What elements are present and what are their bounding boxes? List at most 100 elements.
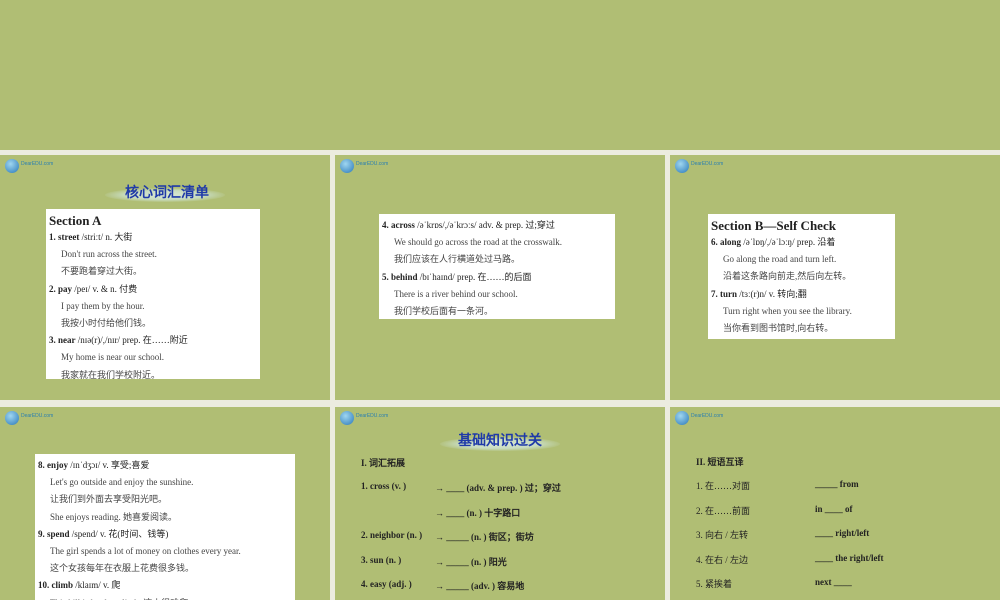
exercise-answer-blank: in ____ of [815,503,853,514]
example-sentence: 我家就在我们学校附近。 [61,369,161,380]
exercise-heading: II. 短语互译 [696,457,744,467]
vocab-word: 4. across [382,220,415,230]
example-sentence: Let's go outside and enjoy the sunshine. [50,477,194,488]
vocab-entry: 7. turn /tɜː(r)n/ v. 转向;翻 [711,286,892,303]
logo: DearEDU.com [5,159,53,173]
vocab-definition: /peɪ/ v. & n. 付费 [72,283,138,294]
vocab-word: 6. along [711,237,742,247]
vocab-definition: /əˈlɒŋ/,/əˈlɔːŋ/ prep. 沿着 [741,237,836,247]
exercise-answer-blank: → _____ (adv. ) 容易地 [435,581,525,591]
vocab-entry: 5. behind /bɪˈhaɪnd/ prep. 在……的后面 [382,269,612,286]
vocab-box: 8. enjoy /ɪnˈdʒɔɪ/ v. 享受;喜爱 Let's go outs… [35,454,295,600]
example-sentence: Don't run across the street. [61,249,157,260]
exercise-prompt: 4. 在右 / 左边 [696,554,749,565]
exercise-answer-blank: _____ from [815,479,859,489]
exercise-answer-blank: next ____ [815,577,852,587]
vocab-box: Section B—Self Check 6. along /əˈlɒŋ/,/ə… [708,214,895,339]
example-sentence: We should go across the road at the cros… [394,237,562,248]
example-sentence: My home is near our school. [61,352,164,363]
vocab-definition: /striːt/ n. 大街 [79,232,133,242]
example-sentence: 我们学校后面有一条河。 [394,306,494,317]
globe-icon [675,411,689,425]
example-sentence: She enjoys reading. 她喜爱阅读。 [50,511,177,522]
example-sentence: This hill is hard to climb. 这山很难爬。 [38,595,292,600]
exercise-prompt: 2. neighbor (n. ) [361,530,423,540]
globe-icon [340,411,354,425]
exercise-prompt: 2. 在……前面 [696,505,751,516]
logo: DearEDU.com [675,159,723,173]
vocab-box: 4. across /əˈkrɒs/,/əˈkrɔːs/ adv. & prep… [379,214,615,319]
example-sentence: There is a river behind our school. [394,288,518,299]
example-sentence: 这个女孩每年在衣服上花费很多钱。 [50,563,195,574]
example-sentence: I pay them by the hour. [61,300,145,311]
exercise-answer-blank: → ____ (adv. & prep. ) 过；穿过 [435,483,561,493]
globe-icon [5,159,19,173]
vocab-entry: 10. climb /klaɪm/ v. 爬 [38,577,292,594]
exercise-answer-blank: ____ the right/left [815,552,884,563]
logo: DearEDU.com [675,411,723,425]
vocab-word: 9. spend [38,528,70,539]
vocab-entry: 8. enjoy /ɪnˈdʒɔɪ/ v. 享受;喜爱 [38,457,292,474]
vocab-word: 10. climb [38,580,73,591]
vocab-definition: /nɪə(r)/,/nɪr/ prep. 在……附近 [75,335,188,346]
vocab-definition: /spend/ v. 花(时间、钱等) [69,528,169,539]
example-sentence: 我按小时付给他们钱。 [61,318,152,329]
exercise-prompt: 3. 向右 / 左转 [696,530,749,540]
vocab-definition: /klaɪm/ v. 爬 [73,580,121,591]
vocab-word: 3. near [49,335,76,346]
vocab-definition: /əˈkrɒs/,/əˈkrɔːs/ adv. & prep. 过;穿过 [414,220,555,230]
exercise-prompt: 1. 在……对面 [696,481,751,491]
logo-text: DearEDU.com [21,413,54,419]
slide-thumbnail-5[interactable]: DearEDU.com 8. enjoy /ɪnˈdʒɔɪ/ v. 享受;喜爱 L… [0,407,330,600]
logo-text: DearEDU.com [356,161,389,167]
vocab-definition: /tɜː(r)n/ v. 转向;翻 [737,288,807,299]
example-sentence: 让我们到外面去享受阳光吧。 [50,494,168,505]
exercise-prompt: 3. sun (n. ) [361,554,402,565]
slide-thumbnail-7[interactable]: DearEDU.com II. 短语互译 1. 在……对面 _____ from 2… [670,407,1000,600]
exercise-prompt: 5. 紧挨着 [696,579,733,589]
exercise-prompt: 4. easy (adj. ) [361,579,412,589]
vocab-word: 8. enjoy [38,460,68,470]
vocab-definition: /bɪˈhaɪnd/ prep. 在……的后面 [417,271,532,282]
example-sentence: 当你看到图书馆时,向右转。 [723,323,834,334]
vocab-definition: /ɪnˈdʒɔɪ/ v. 享受;喜爱 [68,460,150,470]
example-sentence: Turn right when you see the library. [723,305,852,316]
exercise-answer-blank: → _____ (n. ) 阳光 [435,556,507,567]
vocab-entry: 3. near /nɪə(r)/,/nɪr/ prep. 在……附近 [49,332,257,349]
example-sentence: 不要跑着穿过大街。 [61,266,143,277]
exercise-answer-blank: ____ right/left [815,528,870,538]
vocab-entry: 2. pay /peɪ/ v. & n. 付费 [49,281,257,298]
vocab-entry: 9. spend /spend/ v. 花(时间、钱等) [38,526,292,543]
logo-text: DearEDU.com [691,161,724,167]
vocab-entry: 1. street /striːt/ n. 大街 [49,229,257,246]
example-sentence: 我们应该在人行横道处过马路。 [394,254,521,265]
slide-title: 核心词汇清单 [125,185,209,201]
vocab-word: 1. street [49,232,80,242]
section-heading: Section B—Self Check [711,218,836,233]
vocab-word: 2. pay [49,283,73,294]
logo-text: DearEDU.com [356,413,389,419]
slide-thumbnail-6[interactable]: DearEDU.com 基础知识过关 I. 词汇拓展 1. cross (v. … [335,407,665,600]
slide-thumbnail-3[interactable]: DearEDU.com 4. across /əˈkrɒs/,/əˈkrɔːs/… [335,155,665,400]
vocab-word: 5. behind [382,271,418,282]
slide-thumbnail-4[interactable]: DearEDU.com Section B—Self Check 6. alon… [670,155,1000,400]
vocab-entry: 4. across /əˈkrɒs/,/əˈkrɔːs/ adv. & prep… [382,217,612,234]
example-sentence: 沿着这条路向前走,然后向左转。 [723,271,852,282]
globe-icon [5,411,19,425]
globe-icon [675,159,689,173]
example-sentence: The girl spends a lot of money on clothe… [50,546,241,557]
slide-title: 基础知识过关 [458,433,542,449]
logo: DearEDU.com [5,411,53,425]
logo-text: DearEDU.com [691,413,724,419]
exercise-prompt: 1. cross (v. ) [361,481,407,491]
slide-thumbnail-2[interactable]: DearEDU.com 核心词汇清单 Section A 1. street /… [0,155,330,400]
vocab-box: Section A 1. street /striːt/ n. 大街 Don't … [46,209,260,380]
exercise-heading: I. 词汇拓展 [361,458,406,468]
globe-icon [340,159,354,173]
exercise-answer-blank: → ____ (n. ) 十字路口 [435,507,521,518]
logo-text: DearEDU.com [21,161,54,167]
example-sentence: Go along the road and turn left. [723,254,837,265]
exercise-answer-blank: → _____ (n. ) 街区；街坊 [435,532,534,542]
slide-thumbnail-1[interactable] [0,0,1000,150]
logo: DearEDU.com [340,159,388,173]
